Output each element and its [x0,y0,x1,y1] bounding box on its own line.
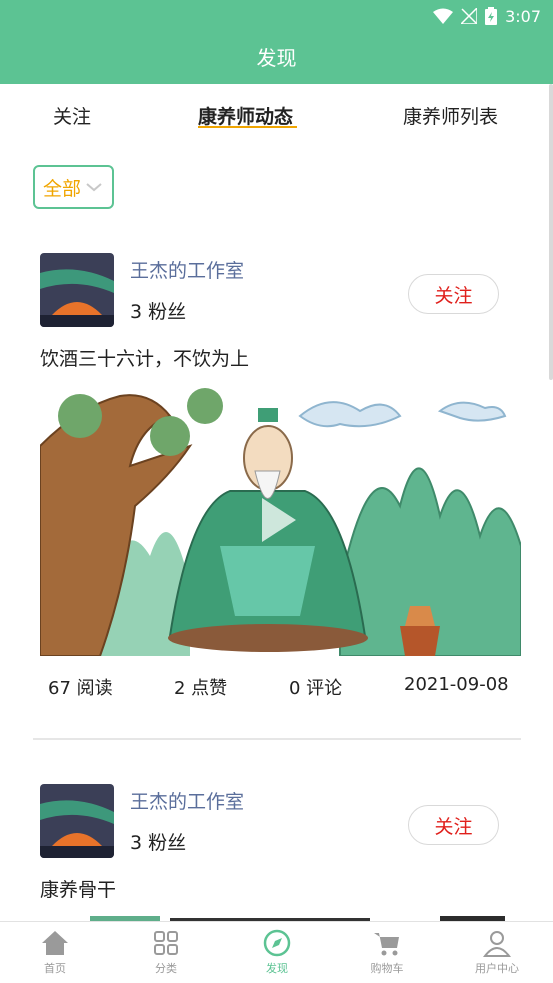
nav-user-center[interactable]: 用户中心 [452,928,542,976]
author-name[interactable]: 王杰的工作室 [130,256,244,283]
divider [33,738,521,740]
author-name[interactable]: 王杰的工作室 [130,787,244,814]
filter-dropdown[interactable]: 全部 [33,165,114,209]
battery-charging-icon [485,7,498,25]
like-count[interactable]: 2 点赞 [174,674,227,700]
tab-follow[interactable]: 关注 [53,102,91,129]
follow-button[interactable]: 关注 [408,805,499,845]
tab-trainer-list[interactable]: 康养师列表 [403,102,498,129]
post-text[interactable]: 康养骨干 [40,875,116,902]
wifi-icon [433,8,454,24]
read-count: 67 阅读 [48,678,113,699]
nav-cart[interactable]: 购物车 [342,928,432,976]
video-thumbnail[interactable] [40,386,521,656]
avatar[interactable] [40,784,114,858]
nav-label: 首页 [44,962,66,975]
home-icon [42,931,68,955]
grid-icon [154,931,178,955]
nav-label: 发现 [266,962,288,975]
user-icon [482,931,512,957]
scrollbar[interactable] [549,84,553,380]
compass-icon [263,929,291,957]
fans-count: 3 粉丝 [130,301,187,323]
nav-category[interactable]: 分类 [121,928,211,976]
chevron-down-icon [86,183,102,192]
nav-label: 购物车 [370,962,404,975]
avatar[interactable] [40,253,114,327]
tab-trainer-feed[interactable]: 康养师动态 [198,102,293,129]
post-text[interactable]: 饮酒三十六计，不饮为上 [40,344,249,371]
tab-bar: 关注 康养师动态 康养师列表 [0,84,553,142]
post-date: 2021-09-08 [404,674,509,695]
filter-label: 全部 [43,177,82,200]
comment-count[interactable]: 0 评论 [289,674,342,700]
follow-button[interactable]: 关注 [408,274,499,314]
active-tab-indicator [198,126,297,128]
nav-label: 用户中心 [475,962,519,975]
bottom-navigation: 首页 分类 发现 购物车 用户中心 [0,921,553,983]
page-title: 发现 [256,46,297,70]
status-time: 3:07 [505,6,541,26]
fans-count: 3 粉丝 [130,832,187,854]
cart-icon [374,933,399,956]
no-signal-icon [461,8,478,24]
nav-home[interactable]: 首页 [10,928,100,976]
status-bar: 3:07 [433,6,541,26]
nav-label: 分类 [155,962,177,975]
nav-discover[interactable]: 发现 [232,928,322,976]
app-header: 3:07 发现 [0,0,553,84]
